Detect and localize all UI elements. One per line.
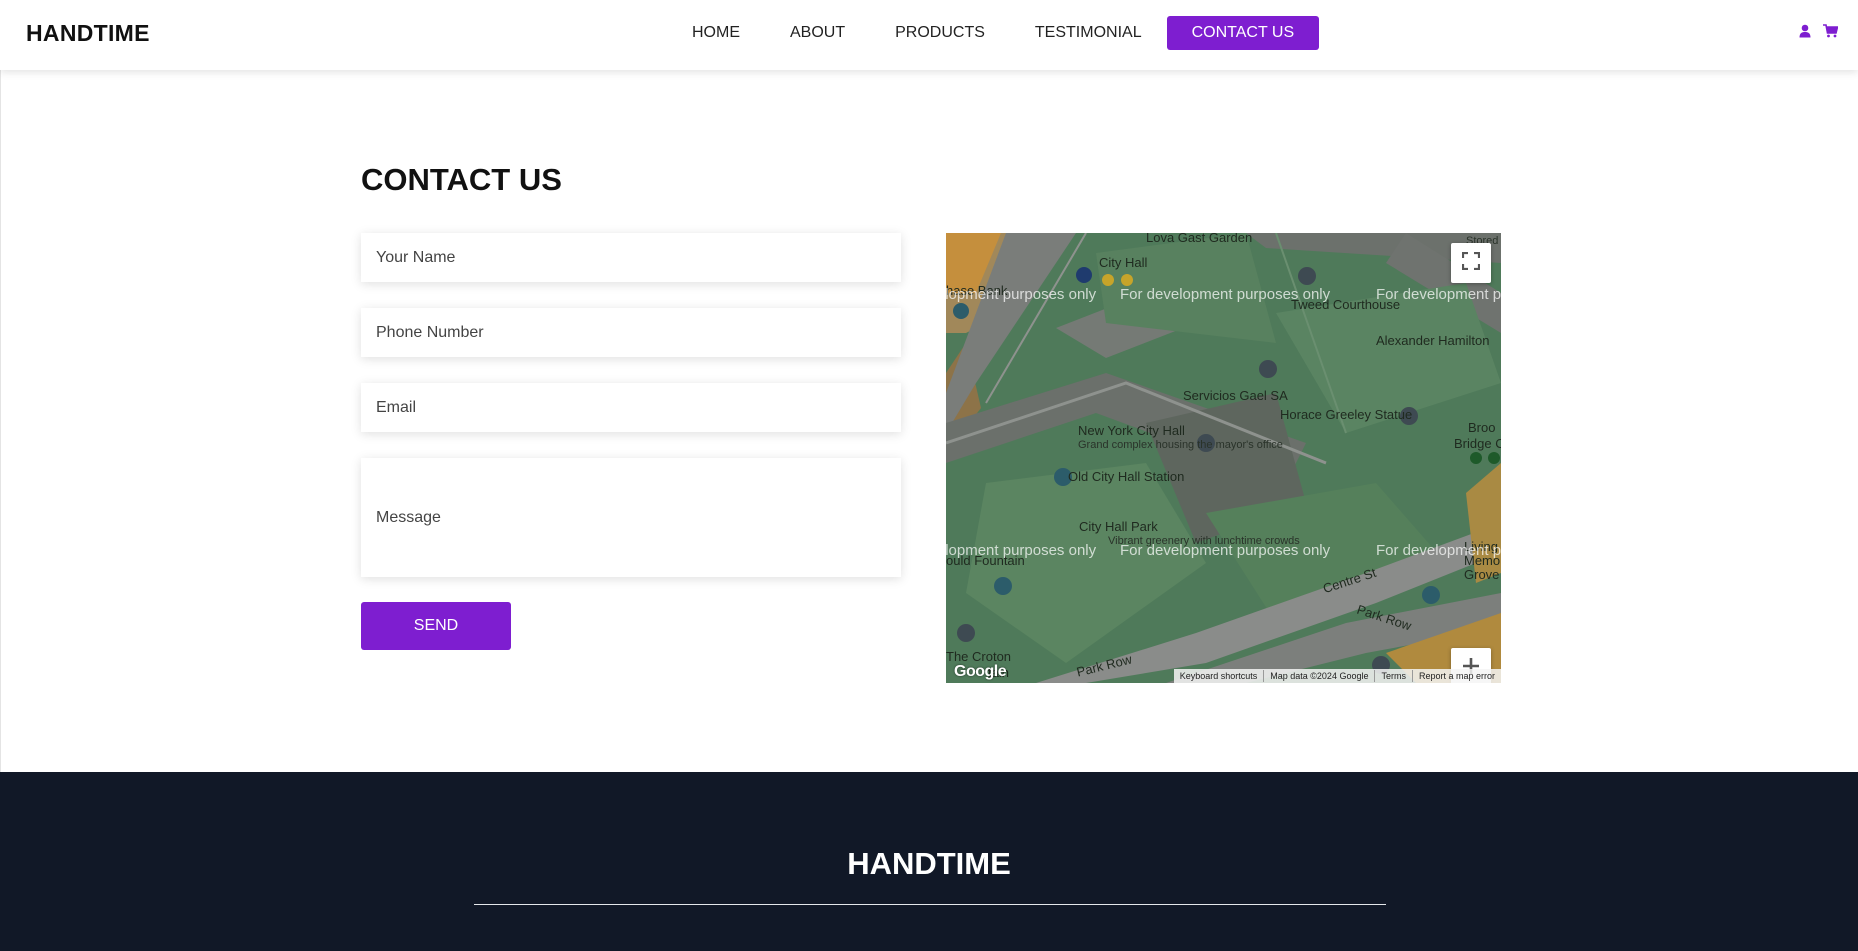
terms-link[interactable]: Terms (1374, 670, 1412, 682)
map-label: Grove (1464, 567, 1500, 582)
header-icons (1799, 24, 1838, 38)
nav-about[interactable]: ABOUT (765, 16, 870, 50)
nav-contact-us[interactable]: CONTACT US (1166, 16, 1320, 50)
map-label: Broo (1468, 420, 1496, 435)
map-label: Bridge City (1454, 436, 1501, 451)
footer-divider (474, 904, 1386, 905)
map-label: City Hall (1099, 255, 1148, 270)
report-error-link[interactable]: Report a map error (1411, 670, 1501, 682)
site-header: HANDTIME HOME ABOUT PRODUCTS TESTIMONIAL… (0, 0, 1858, 70)
nav-products[interactable]: PRODUCTS (870, 16, 1010, 50)
map-label: City Hall Park (1079, 519, 1158, 534)
contact-section: CONTACT US Your Name Phone Number Email … (0, 70, 1858, 772)
map-label: The Croton (946, 649, 1012, 664)
map-embed[interactable]: Lova Gast Garden City Hall hase Bank Twe… (946, 233, 1501, 683)
map-label: Servicios Gael SA (1183, 388, 1288, 403)
map-watermark: For development purposes only (1120, 542, 1331, 559)
map-data-credit: Map data ©2024 Google (1263, 670, 1374, 682)
map-watermark: For development purposes only (946, 542, 1097, 559)
main-nav: HOME ABOUT PRODUCTS TESTIMONIAL CONTACT … (667, 16, 1320, 50)
map-label: Grand complex housing the mayor's office (1078, 439, 1283, 451)
site-footer: HANDTIME (0, 772, 1858, 951)
fullscreen-icon (1461, 251, 1481, 275)
map-watermark: For development purposes only (1376, 286, 1501, 303)
map-watermark: For development purposes only (946, 286, 1097, 303)
map-label: Old City Hall Station (1068, 469, 1185, 484)
google-logo[interactable]: Google (954, 663, 1007, 681)
send-button[interactable]: SEND (361, 602, 511, 650)
message-textarea[interactable]: Message (361, 458, 901, 577)
keyboard-shortcuts-link[interactable]: Keyboard shortcuts (1174, 670, 1264, 682)
map-attribution: Keyboard shortcuts Map data ©2024 Google… (1173, 669, 1501, 683)
user-icon[interactable] (1799, 24, 1811, 38)
brand-logo[interactable]: HANDTIME (26, 20, 150, 47)
phone-input[interactable]: Phone Number (361, 308, 901, 357)
map-watermark: For development purposes only (1120, 286, 1331, 303)
name-input[interactable]: Your Name (361, 233, 901, 282)
cart-icon[interactable] (1823, 24, 1838, 38)
map-label: Alexander Hamilton (1376, 333, 1490, 348)
footer-brand: HANDTIME (847, 846, 1011, 881)
map-label: New York City Hall (1078, 423, 1185, 438)
map-label: Lova Gast Garden (1146, 233, 1253, 245)
fullscreen-button[interactable] (1451, 243, 1491, 283)
nav-home[interactable]: HOME (667, 16, 765, 50)
email-input[interactable]: Email (361, 383, 901, 432)
map-label: Horace Greeley Statue (1280, 407, 1413, 422)
page-title: CONTACT US (361, 162, 562, 197)
nav-testimonial[interactable]: TESTIMONIAL (1010, 16, 1167, 50)
map-watermark: For development purposes only (1376, 542, 1501, 559)
